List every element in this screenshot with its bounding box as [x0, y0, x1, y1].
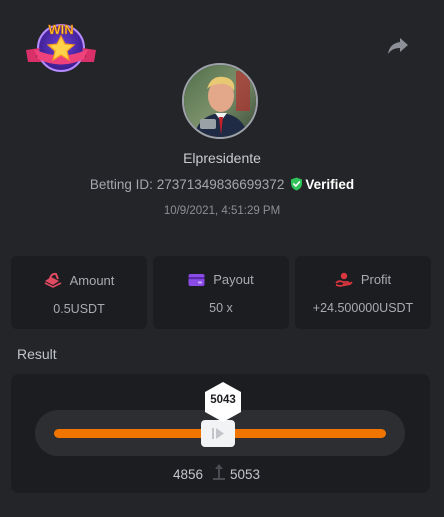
verified-shield-icon [291, 177, 303, 191]
betting-id-row: Betting ID: 27371349836699372 Verified [0, 177, 444, 192]
result-value: 5043 [210, 394, 236, 406]
range-min: 4856 [173, 467, 204, 482]
amount-icon [44, 272, 61, 288]
avatar [182, 63, 258, 139]
amount-label: Amount [69, 273, 115, 288]
win-badge-icon: WIN [24, 18, 98, 76]
amount-value: 0.5USDT [53, 302, 105, 316]
result-heading: Result [17, 346, 57, 362]
username: Elpresidente [183, 150, 261, 166]
payout-value: 50 x [209, 301, 233, 315]
range-marker-icon [213, 464, 225, 480]
result-value-hexagon: 5043 [203, 381, 243, 423]
profit-icon [335, 272, 353, 287]
payout-label: Payout [213, 272, 254, 287]
betting-id-value: 27371349836699372 [156, 177, 285, 192]
share-icon[interactable] [386, 36, 410, 56]
result-panel: 5043 4856 5053 [11, 374, 430, 493]
slider-grip-icon [212, 428, 224, 439]
amount-card: Amount 0.5USDT [11, 256, 147, 329]
payout-card: Payout 50 x [153, 256, 289, 329]
betting-id-label: Betting ID: [89, 177, 153, 192]
profit-card: Profit +24.500000USDT [295, 256, 431, 329]
card-icon [188, 274, 205, 286]
verified-label: Verified [305, 177, 355, 192]
profit-value: +24.500000USDT [312, 301, 414, 315]
slider-thumb[interactable] [201, 420, 235, 447]
range-max: 5053 [230, 467, 261, 482]
svg-text:WIN: WIN [48, 22, 73, 37]
profit-label: Profit [360, 272, 392, 287]
bet-timestamp: 10/9/2021, 4:51:29 PM [163, 205, 281, 217]
